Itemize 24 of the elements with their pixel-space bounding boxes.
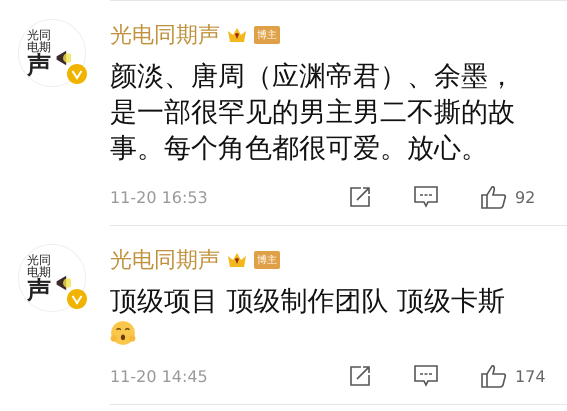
role-badge: 博主 (254, 26, 280, 44)
avatar-text: 光同 (27, 254, 51, 266)
megaphone-icon (55, 48, 71, 68)
share-icon[interactable] (349, 365, 371, 387)
comment-icon[interactable] (414, 365, 438, 387)
comment-text: 颜淡、唐周（应渊帝君）、余墨，是一部很罕见的男主男二不撕的故事。每个角色都很可爱。放心。 (110, 60, 516, 166)
avatar-text: 声 (27, 53, 51, 77)
avatar-text: 光同 (27, 29, 51, 41)
thumbs-up-icon[interactable] (481, 364, 507, 388)
comment-text: 顶级项目 顶级制作团队 顶级卡斯 (110, 285, 506, 319)
megaphone-icon (55, 273, 71, 293)
avatar-text: 电期 (27, 266, 51, 278)
like-count: 92 (515, 188, 536, 206)
avatar[interactable]: 光同 电期 声 (18, 19, 86, 87)
comment-icon[interactable] (414, 186, 438, 208)
role-badge: 博主 (254, 251, 280, 269)
avatar[interactable]: 光同 电期 声 (18, 244, 86, 312)
share-icon[interactable] (349, 186, 371, 208)
timestamp: 11-20 14:45 (110, 366, 208, 386)
like-count: 174 (515, 366, 545, 386)
thumbs-up-icon[interactable] (481, 185, 507, 209)
timestamp: 11-20 16:53 (110, 188, 208, 206)
avatar-text: 电期 (27, 41, 51, 53)
avatar-text: 声 (27, 278, 51, 302)
